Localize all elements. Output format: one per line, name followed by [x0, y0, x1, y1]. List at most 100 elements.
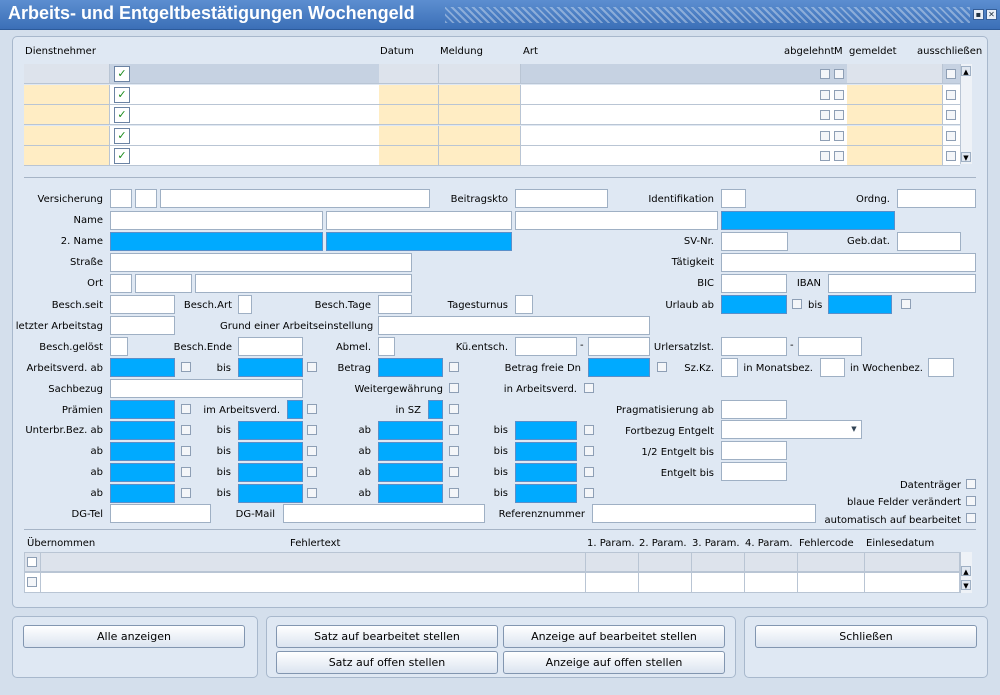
alle-anzeigen-button[interactable]: Alle anzeigen — [23, 625, 245, 648]
document-check-icon[interactable]: ✓ — [114, 127, 130, 144]
unterbr-ab2-field[interactable] — [378, 421, 443, 440]
scroll-down-icon[interactable]: ▼ — [961, 580, 971, 590]
row-checkbox[interactable] — [946, 151, 956, 161]
unterbr-bis2-field[interactable] — [515, 463, 577, 482]
strasse-field[interactable] — [110, 253, 412, 272]
scroll-down-icon[interactable]: ▼ — [961, 152, 971, 162]
name-field-2[interactable] — [326, 211, 512, 230]
row-checkbox[interactable] — [946, 110, 956, 120]
entgelt-bis-field[interactable] — [721, 462, 787, 481]
halbe-entgelt-bis-field[interactable] — [721, 441, 787, 460]
row-checkbox[interactable] — [946, 130, 956, 141]
unterbr-ab2-field[interactable] — [378, 442, 443, 461]
iban-field[interactable] — [828, 274, 976, 293]
unterbr-ab-field[interactable] — [110, 421, 175, 440]
uebernommen-checkbox[interactable] — [27, 557, 37, 567]
arbeitsverd-ab-field[interactable] — [110, 358, 175, 377]
tagesturnus-field[interactable] — [515, 295, 533, 314]
unterbr-bis-field[interactable] — [238, 421, 303, 440]
im-arbeitsverd-field[interactable] — [287, 400, 303, 419]
unterbr-bis-checkbox[interactable] — [307, 488, 317, 498]
urlaub-bis-checkbox[interactable] — [901, 299, 911, 309]
name2-field-1[interactable] — [110, 232, 323, 251]
row-checkbox[interactable] — [820, 110, 830, 120]
urlersatzlst-field-2[interactable] — [798, 337, 862, 356]
automatisch-checkbox[interactable] — [966, 513, 976, 523]
name-field-3[interactable] — [515, 211, 718, 230]
row-checkbox[interactable] — [834, 69, 844, 79]
sachbezug-field[interactable] — [110, 379, 303, 398]
datentraeger-checkbox[interactable] — [966, 479, 976, 489]
error-table-scrollbar[interactable]: ▲ ▼ — [960, 552, 972, 593]
unterbr-bis2-checkbox[interactable] — [584, 425, 594, 435]
letzter-arbeitstag-field[interactable] — [110, 316, 175, 335]
unterbr-bis-field[interactable] — [238, 463, 303, 482]
fortbezug-entgelt-select[interactable]: ▼ — [721, 420, 862, 439]
svnr-field[interactable] — [721, 232, 788, 251]
minimize-icon[interactable]: ▪ — [973, 9, 984, 20]
table-cell[interactable] — [439, 146, 521, 166]
table-cell[interactable] — [379, 105, 439, 125]
anzeige-offen-button[interactable]: Anzeige auf offen stellen — [503, 651, 725, 674]
name-field-1[interactable] — [110, 211, 323, 230]
gebdat-field[interactable] — [897, 232, 961, 251]
document-check-icon[interactable]: ✓ — [114, 107, 130, 123]
besch-seit-field[interactable] — [110, 295, 175, 314]
unterbr-bis2-field[interactable] — [515, 442, 577, 461]
error-table-row[interactable] — [24, 552, 960, 572]
szkz-field[interactable] — [721, 358, 738, 377]
taetigkeit-field[interactable] — [721, 253, 976, 272]
table-cell[interactable] — [379, 64, 439, 84]
im-arbeitsverd-checkbox[interactable] — [307, 404, 317, 414]
error-table-row[interactable] — [24, 572, 960, 593]
table-cell[interactable] — [847, 125, 943, 146]
betrag-freie-dn-field[interactable] — [588, 358, 650, 377]
blaue-felder-checkbox[interactable] — [966, 496, 976, 506]
unterbr-ab-field[interactable] — [110, 484, 175, 503]
table-cell[interactable] — [439, 84, 521, 105]
row-checkbox[interactable] — [820, 89, 830, 100]
row-checkbox[interactable] — [834, 130, 844, 141]
urlaub-bis-field[interactable] — [828, 295, 892, 314]
close-icon[interactable]: ✕ — [986, 9, 997, 20]
unterbr-ab2-field[interactable] — [378, 463, 443, 482]
unterbr-bis-field[interactable] — [238, 484, 303, 503]
table-cell[interactable] — [439, 64, 521, 84]
row-checkbox[interactable] — [834, 89, 844, 100]
unterbr-bis2-checkbox[interactable] — [584, 467, 594, 477]
betrag-checkbox[interactable] — [449, 362, 459, 372]
unterbr-bis2-checkbox[interactable] — [584, 488, 594, 498]
unterbr-bis-checkbox[interactable] — [307, 446, 317, 456]
dg-tel-field[interactable] — [110, 504, 211, 523]
in-sz-checkbox[interactable] — [449, 404, 459, 414]
unterbr-ab2-checkbox[interactable] — [449, 467, 459, 477]
scroll-up-icon[interactable]: ▲ — [961, 66, 971, 76]
table-cell[interactable] — [847, 84, 943, 105]
beitragskto-field[interactable] — [515, 189, 608, 208]
besch-ende-field[interactable] — [238, 337, 303, 356]
table-cell[interactable] — [847, 64, 943, 84]
unterbr-ab2-checkbox[interactable] — [449, 446, 459, 456]
unterbr-bis2-field[interactable] — [515, 484, 577, 503]
versicherung-field-3[interactable] — [160, 189, 430, 208]
uebernommen-checkbox[interactable] — [27, 577, 37, 587]
abmel-field[interactable] — [378, 337, 395, 356]
table-cell[interactable] — [24, 146, 110, 166]
in-monatsbez-field[interactable] — [820, 358, 845, 377]
unterbr-ab2-checkbox[interactable] — [449, 425, 459, 435]
unterbr-bis2-checkbox[interactable] — [584, 446, 594, 456]
satz-offen-button[interactable]: Satz auf offen stellen — [276, 651, 498, 674]
unterbr-ab2-checkbox[interactable] — [449, 488, 459, 498]
document-check-icon[interactable]: ✓ — [114, 148, 130, 164]
urlaub-ab-checkbox[interactable] — [792, 299, 802, 309]
arbeitsverd-bis-checkbox[interactable] — [307, 362, 317, 372]
betrag-freie-dn-checkbox[interactable] — [657, 362, 667, 372]
urlersatzlst-field-1[interactable] — [721, 337, 787, 356]
name-field-4[interactable] — [721, 211, 895, 230]
table-cell[interactable] — [439, 125, 521, 146]
dg-mail-field[interactable] — [283, 504, 485, 523]
grund-field[interactable] — [378, 316, 650, 335]
table-cell[interactable] — [24, 105, 110, 125]
besch-tage-field[interactable] — [378, 295, 412, 314]
in-sz-field[interactable] — [428, 400, 443, 419]
